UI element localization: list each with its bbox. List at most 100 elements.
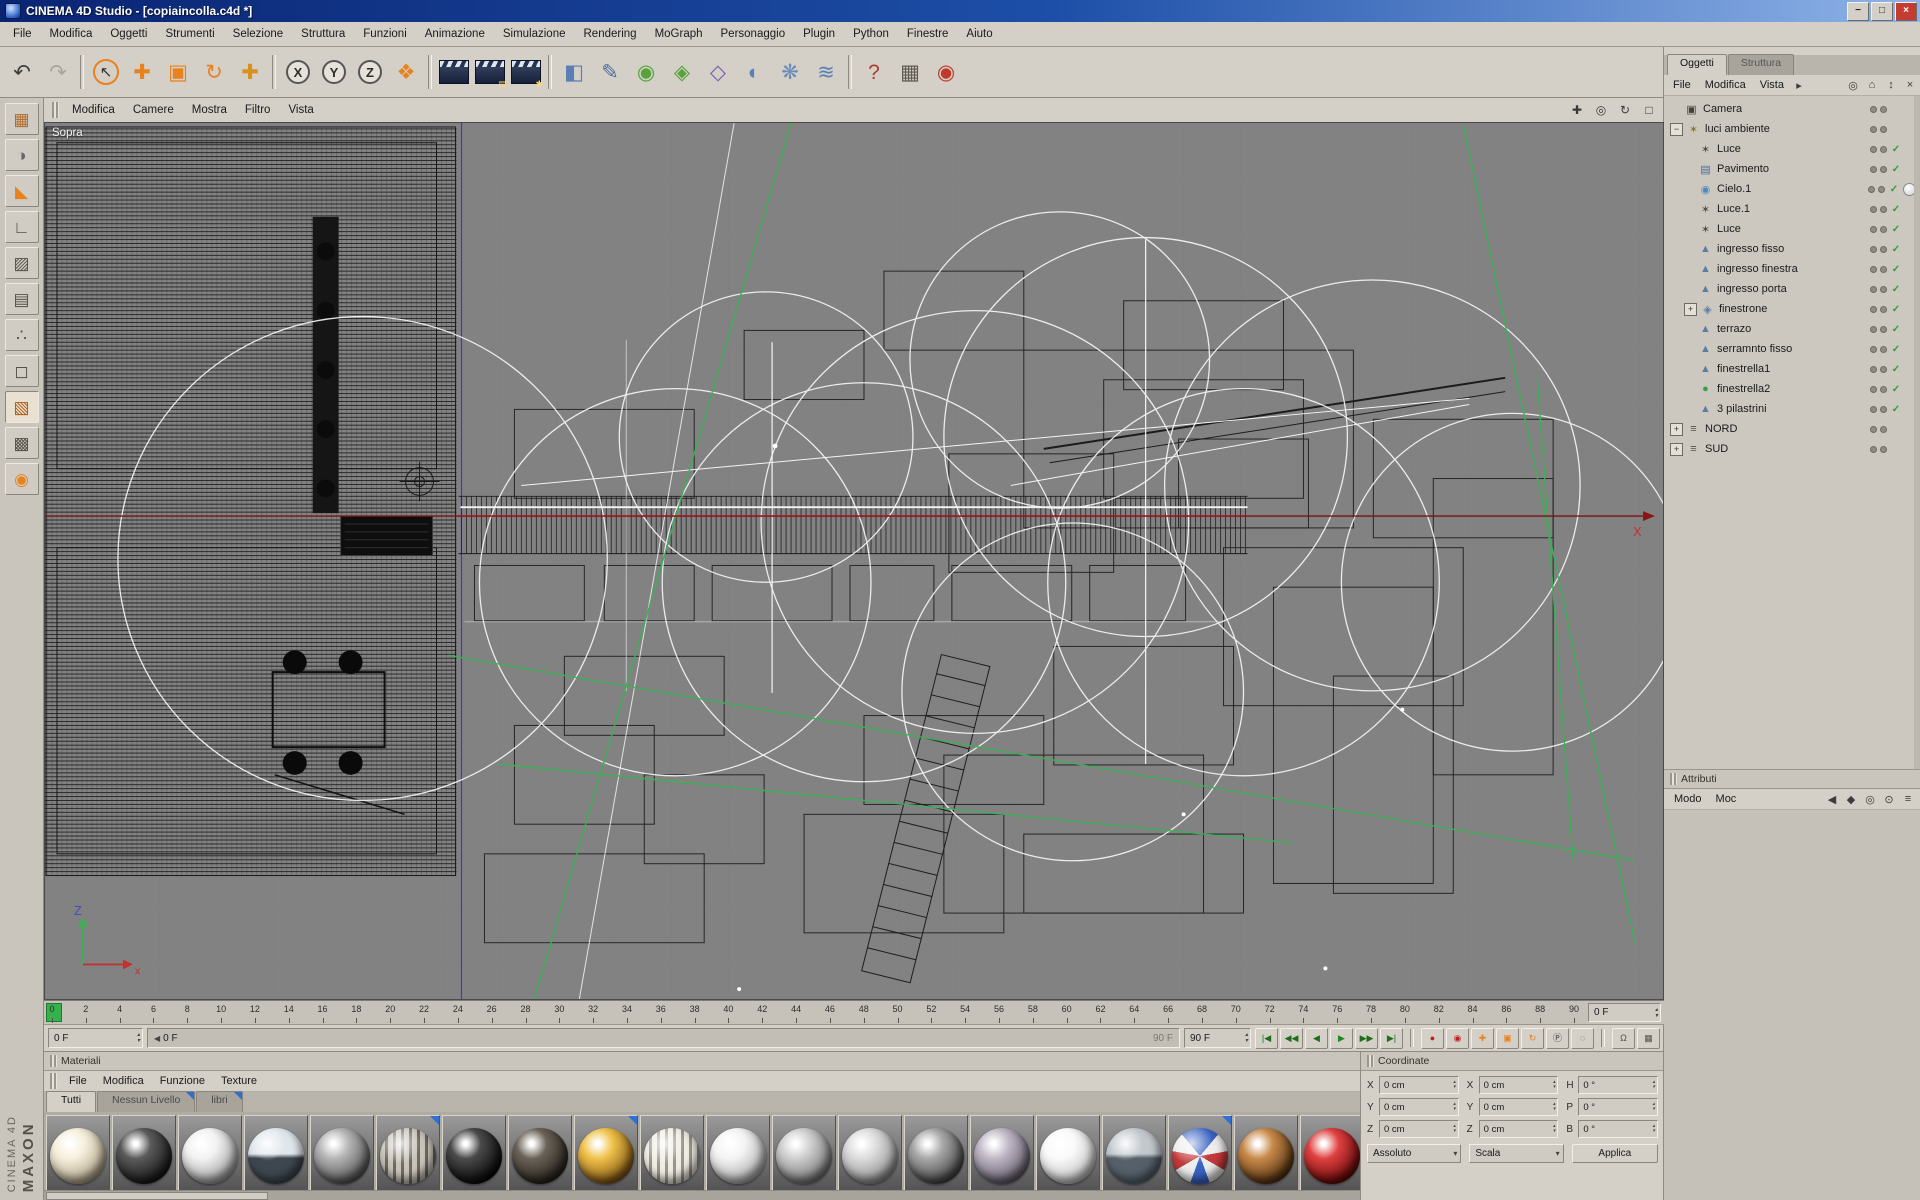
enabled-check-icon[interactable]: ✓ xyxy=(1890,224,1902,235)
lock-y-axis-button[interactable]: Y xyxy=(316,53,352,91)
next-frame-button[interactable]: ▶▶ xyxy=(1355,1028,1378,1049)
editor-visibility-dot[interactable] xyxy=(1870,346,1877,353)
enabled-check-icon[interactable]: ✓ xyxy=(1890,244,1902,255)
coordinate-mode-dropdown[interactable]: Assoluto ▾ xyxy=(1367,1144,1461,1163)
coordinate-stepper[interactable]: ▴▾ xyxy=(1651,1102,1658,1112)
editor-visibility-dot[interactable] xyxy=(1870,146,1877,153)
panel-grip[interactable] xyxy=(1670,773,1677,785)
material-thumbnail-cream-material[interactable] xyxy=(46,1115,110,1190)
material-thumbnail-gold-material[interactable] xyxy=(574,1115,638,1190)
attributes-header[interactable]: Attributi xyxy=(1664,770,1920,789)
current-frame-field[interactable]: 0 F ▴▾ xyxy=(1588,1003,1661,1022)
material-thumbnail-striped-grey-material[interactable] xyxy=(376,1115,440,1190)
material-thumbnail-bright-white-material[interactable] xyxy=(1036,1115,1100,1190)
panel-grip[interactable] xyxy=(1367,1055,1374,1067)
add-environment-button[interactable]: ◐ xyxy=(736,53,772,91)
materials-menu-funzione[interactable]: Funzione xyxy=(152,1073,213,1089)
render-visibility-dot[interactable] xyxy=(1880,206,1887,213)
apply-button[interactable]: Applica xyxy=(1572,1144,1658,1163)
render-visibility-dot[interactable] xyxy=(1880,366,1887,373)
material-thumbnail-beachball-material[interactable] xyxy=(1168,1115,1232,1190)
workplane-mode-button[interactable]: ▤ xyxy=(5,283,39,315)
menu-mograph[interactable]: MoGraph xyxy=(646,25,712,43)
object-row-finestrella1[interactable]: ▲finestrella1✓ xyxy=(1664,359,1920,379)
add-cube-button[interactable]: ◧ xyxy=(556,53,592,91)
editor-visibility-dot[interactable] xyxy=(1870,286,1877,293)
start-frame-stepper[interactable]: ▴▾ xyxy=(135,1032,142,1044)
coordinate-field-p[interactable]: 0 °▴▾ xyxy=(1578,1098,1658,1116)
editor-visibility-dot[interactable] xyxy=(1870,246,1877,253)
coordinate-stepper[interactable]: ▴▾ xyxy=(1551,1080,1558,1090)
add-subdivision-surface-button[interactable]: ◉ xyxy=(628,53,664,91)
lock-z-axis-button[interactable]: Z xyxy=(352,53,388,91)
object-manager-menu-modifica[interactable]: Modifica xyxy=(1698,77,1753,93)
add-particles-button[interactable]: ❋ xyxy=(772,53,808,91)
pin-icon[interactable]: ◆ xyxy=(1843,791,1859,807)
menu-struttura[interactable]: Struttura xyxy=(292,25,354,43)
object-tree-scrollbar[interactable] xyxy=(1914,96,1920,769)
close-button[interactable]: × xyxy=(1895,2,1917,21)
render-to-picture-viewer-button[interactable]: ▤ xyxy=(472,53,508,91)
panel-grip[interactable] xyxy=(50,1073,57,1089)
attributes-mode-menu[interactable]: Modo xyxy=(1668,793,1708,805)
layout-browser-icon[interactable]: ▦ xyxy=(5,103,39,135)
undo-button[interactable]: ↶ xyxy=(4,53,40,91)
enabled-check-icon[interactable]: ✓ xyxy=(1890,204,1902,215)
snap-settings-button[interactable]: ▦ xyxy=(1637,1028,1660,1049)
materials-scrollbar[interactable] xyxy=(44,1190,1360,1200)
coordinate-stepper[interactable]: ▴▾ xyxy=(1551,1124,1558,1134)
coordinate-field-y[interactable]: 0 cm▴▾ xyxy=(1379,1098,1459,1116)
tree-expander[interactable]: − xyxy=(1670,123,1683,136)
object-row-finestrella2[interactable]: ●finestrella2✓ xyxy=(1664,379,1920,399)
material-thumbnail-light-grey-material[interactable] xyxy=(838,1115,902,1190)
record-parameter-toggle[interactable]: Ⓟ xyxy=(1546,1028,1569,1049)
render-visibility-dot[interactable] xyxy=(1880,166,1887,173)
material-thumbnail-dark-rough-material[interactable] xyxy=(508,1115,572,1190)
material-thumbnail-white-bump-material[interactable] xyxy=(178,1115,242,1190)
viewport-menu-filtro[interactable]: Filtro xyxy=(236,101,280,119)
render-visibility-dot[interactable] xyxy=(1880,446,1887,453)
make-editable-button[interactable]: ◣ xyxy=(5,175,39,207)
object-row-ingresso-finestra[interactable]: ▲ingresso finestra✓ xyxy=(1664,259,1920,279)
render-visibility-dot[interactable] xyxy=(1880,306,1887,313)
material-thumbnail-red-gloss-material[interactable] xyxy=(1300,1115,1360,1190)
timeline-ruler[interactable]: 0 F ▴▾ 024681012141618202224262830323436… xyxy=(44,1000,1664,1025)
object-row-ingresso-porta[interactable]: ▲ingresso porta✓ xyxy=(1664,279,1920,299)
maximize-button[interactable]: □ xyxy=(1871,2,1893,21)
texture-axis-mode-button[interactable]: ▩ xyxy=(5,427,39,459)
coordinate-field-y[interactable]: 0 cm▴▾ xyxy=(1479,1098,1559,1116)
editor-visibility-dot[interactable] xyxy=(1870,326,1877,333)
tree-expander[interactable]: + xyxy=(1670,443,1683,456)
coordinate-field-z[interactable]: 0 cm▴▾ xyxy=(1479,1120,1559,1138)
object-row-nord[interactable]: +≡NORD xyxy=(1664,419,1920,439)
editor-visibility-dot[interactable] xyxy=(1870,126,1877,133)
tab-struttura[interactable]: Struttura xyxy=(1728,54,1794,75)
menu-modifica[interactable]: Modifica xyxy=(41,25,102,43)
previous-key-button[interactable]: ◀◀ xyxy=(1280,1028,1303,1049)
live-selection-tool[interactable]: ↖ xyxy=(88,53,124,91)
editor-visibility-dot[interactable] xyxy=(1868,186,1875,193)
point-mode-button[interactable]: ∴ xyxy=(5,319,39,351)
material-thumbnail-white-material[interactable] xyxy=(706,1115,770,1190)
render-visibility-dot[interactable] xyxy=(1880,286,1887,293)
content-browser-button[interactable]: ▦ xyxy=(892,53,928,91)
viewport-canvas[interactable]: X Z xyxy=(45,123,1663,999)
scroll-updown-icon[interactable]: ↕ xyxy=(1883,77,1899,93)
materials-tab-nessun-livello[interactable]: Nessun Livello xyxy=(97,1091,195,1112)
material-thumbnail-white-striped-material[interactable] xyxy=(640,1115,704,1190)
materials-tab-libri[interactable]: libri xyxy=(196,1091,242,1112)
menu-file[interactable]: File xyxy=(4,25,41,43)
enabled-check-icon[interactable]: ✓ xyxy=(1890,344,1902,355)
goto-start-button[interactable]: |◀ xyxy=(1255,1028,1278,1049)
record-scale-toggle[interactable]: ▣ xyxy=(1496,1028,1519,1049)
material-thumbnail-mid-grey-material[interactable] xyxy=(904,1115,968,1190)
menu-strumenti[interactable]: Strumenti xyxy=(156,25,223,43)
materials-scrollbar-thumb[interactable] xyxy=(46,1192,268,1200)
pan-view-icon[interactable]: ✚ xyxy=(1566,100,1588,120)
enabled-check-icon[interactable]: ✓ xyxy=(1890,404,1902,415)
object-row-serramnto-fisso[interactable]: ▲serramnto fisso✓ xyxy=(1664,339,1920,359)
world-coordinates-icon[interactable]: ◑ xyxy=(5,139,39,171)
render-settings-button[interactable]: ✱ xyxy=(508,53,544,91)
start-frame-field[interactable]: 0 F ▴▾ xyxy=(48,1028,143,1048)
menu-selezione[interactable]: Selezione xyxy=(224,25,293,43)
